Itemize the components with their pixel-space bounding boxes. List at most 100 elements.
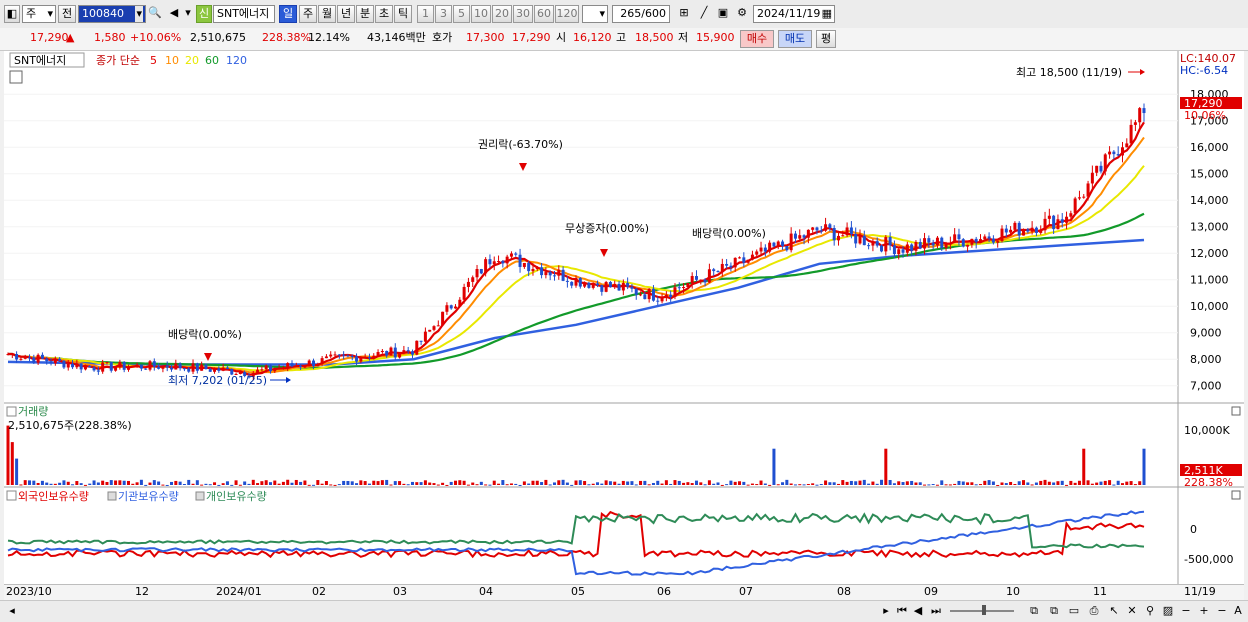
interval-10-button[interactable]: 10 — [471, 5, 491, 23]
cursor-icon[interactable]: ↖ — [1106, 603, 1122, 619]
interval-120-button[interactable]: 120 — [555, 5, 579, 23]
interval-30-button[interactable]: 30 — [513, 5, 533, 23]
price-change: 1,580 — [94, 31, 126, 44]
data-count-input[interactable]: 265/600 — [612, 5, 670, 23]
interval-input[interactable]: ▾ — [582, 5, 608, 23]
price-y-tick: 10,000 — [1190, 300, 1229, 313]
zoom-out-icon[interactable]: − — [1178, 603, 1194, 619]
candle — [118, 362, 122, 368]
volume-bar — [36, 482, 40, 485]
candle — [40, 354, 44, 359]
volume-bar — [682, 482, 686, 485]
volume-bar — [49, 483, 53, 485]
draw-tool-icon[interactable]: ╱ — [696, 5, 712, 21]
period-minute-button[interactable]: 분 — [356, 5, 374, 23]
copy-icon[interactable]: ⧉ — [1046, 603, 1062, 619]
save-icon[interactable]: ▣ — [715, 5, 731, 21]
period-year-button[interactable]: 년 — [337, 5, 355, 23]
sell-button[interactable]: 매도 — [778, 30, 812, 48]
chevron-down-icon[interactable]: ▾ — [180, 5, 196, 21]
legend-ma10[interactable]: 10 — [165, 54, 179, 67]
legend-ma20[interactable]: 20 — [185, 54, 199, 67]
volume-bar — [415, 482, 419, 485]
zoom-in-icon[interactable]: + — [1196, 603, 1212, 619]
stock-code-value: 100840 — [82, 7, 124, 20]
candle — [682, 287, 686, 289]
candle — [471, 277, 475, 282]
volume-bar — [643, 480, 647, 485]
legend-ma5[interactable]: 5 — [150, 54, 157, 67]
minus-icon[interactable]: − — [1214, 603, 1230, 619]
candle — [1030, 227, 1034, 232]
image-icon[interactable]: ▨ — [1160, 603, 1176, 619]
scroll-bar[interactable]: ◂ ▸ ⏮ ◀ ⏭ ⧉ ⧉ ▭ ⎙ ↖ ✕ ⚲ ▨ − + − A — [0, 600, 1248, 622]
period-month-button[interactable]: 월 — [318, 5, 336, 23]
interval-5-button[interactable]: 5 — [453, 5, 470, 23]
scroll-right-icon[interactable]: ▸ — [878, 603, 894, 619]
interval-1-button[interactable]: 1 — [417, 5, 434, 23]
date-input[interactable]: 2024/11/19 ▦ — [753, 5, 835, 23]
period-day-button[interactable]: 일 — [279, 5, 297, 23]
calendar-grid-icon[interactable] — [9, 70, 23, 84]
candle — [914, 242, 918, 251]
interval-20-button[interactable]: 20 — [492, 5, 512, 23]
candle — [806, 229, 810, 238]
zoom-slider-handle[interactable] — [982, 605, 986, 615]
period-tick-button[interactable]: 틱 — [394, 5, 412, 23]
go-end-icon[interactable]: ⏭ — [928, 603, 944, 619]
volume-bar — [213, 482, 217, 485]
buy-button[interactable]: 매수 — [740, 30, 774, 48]
holder-panel-toggle[interactable] — [6, 490, 17, 501]
chevron-down-icon: ▾ — [47, 7, 53, 20]
volume-bar — [53, 483, 57, 485]
candle — [1095, 165, 1099, 173]
volume-bar — [1108, 480, 1112, 485]
search-icon[interactable]: 🔍 — [147, 5, 163, 21]
prev-button[interactable]: 전 — [58, 5, 76, 23]
font-size-icon[interactable]: A — [1230, 603, 1246, 619]
holder-series-toggle-icon[interactable] — [195, 491, 205, 501]
interval-3-button[interactable]: 3 — [435, 5, 452, 23]
volume-bar — [238, 484, 242, 486]
gear-icon[interactable]: ⚙ — [734, 5, 750, 21]
candle — [260, 369, 264, 371]
chart-area[interactable]: SNT에너지 종가 단순 5 10 20 60 120 LC:140.07 HC… — [4, 51, 1244, 584]
candle — [350, 355, 354, 357]
scroll-left-icon[interactable]: ◂ — [4, 603, 20, 619]
volume-panel-close-icon[interactable] — [1231, 406, 1241, 416]
candle — [497, 261, 501, 263]
period-week-button[interactable]: 주 — [299, 5, 317, 23]
x-tick-11-19: 11/19 — [1184, 585, 1216, 598]
volume-bar — [509, 483, 513, 485]
candle — [337, 354, 341, 356]
volume-panel-toggle[interactable] — [6, 406, 17, 417]
period-second-button[interactable]: 초 — [375, 5, 393, 23]
candle — [432, 326, 436, 330]
stock-chart[interactable]: SNT에너지 종가 단순 5 10 20 60 120 LC:140.07 HC… — [4, 51, 1244, 584]
legend-ma120[interactable]: 120 — [226, 54, 247, 67]
holder-series-foreign[interactable]: 외국인보유수량 — [18, 490, 89, 503]
volume-bar — [152, 480, 156, 485]
print-icon[interactable]: ⎙ — [1086, 603, 1102, 619]
link-icon[interactable]: ⚲ — [1142, 603, 1158, 619]
play-back-icon[interactable]: ◀ — [910, 603, 926, 619]
holder-series-institution[interactable]: 기관보유수량 — [118, 490, 179, 503]
interval-60-button[interactable]: 60 — [534, 5, 554, 23]
legend-ma60[interactable]: 60 — [205, 54, 219, 67]
x-tick-2024-01: 2024/01 — [216, 585, 262, 598]
cross-icon[interactable]: ✕ — [1124, 603, 1140, 619]
market-select[interactable]: 주 ▾ — [22, 5, 56, 23]
holder-series-toggle-icon[interactable] — [107, 491, 117, 501]
window-icon[interactable]: ▭ — [1066, 603, 1082, 619]
chart-menu-icon[interactable]: ◧ — [4, 5, 20, 23]
holder-series-individual[interactable]: 개인보유수량 — [206, 490, 267, 503]
volume-bar — [1052, 482, 1056, 485]
volume-bar — [785, 479, 789, 485]
holder-panel-close-icon[interactable] — [1231, 490, 1241, 500]
volume-bar — [195, 480, 199, 485]
indicator-icon[interactable]: ⊞ — [676, 5, 692, 21]
avg-button[interactable]: 평 — [816, 30, 836, 48]
layout-icon[interactable]: ⧉ — [1026, 603, 1042, 619]
go-start-icon[interactable]: ⏮ — [894, 603, 910, 619]
stock-code-input[interactable]: 100840 ▾ — [78, 5, 146, 23]
